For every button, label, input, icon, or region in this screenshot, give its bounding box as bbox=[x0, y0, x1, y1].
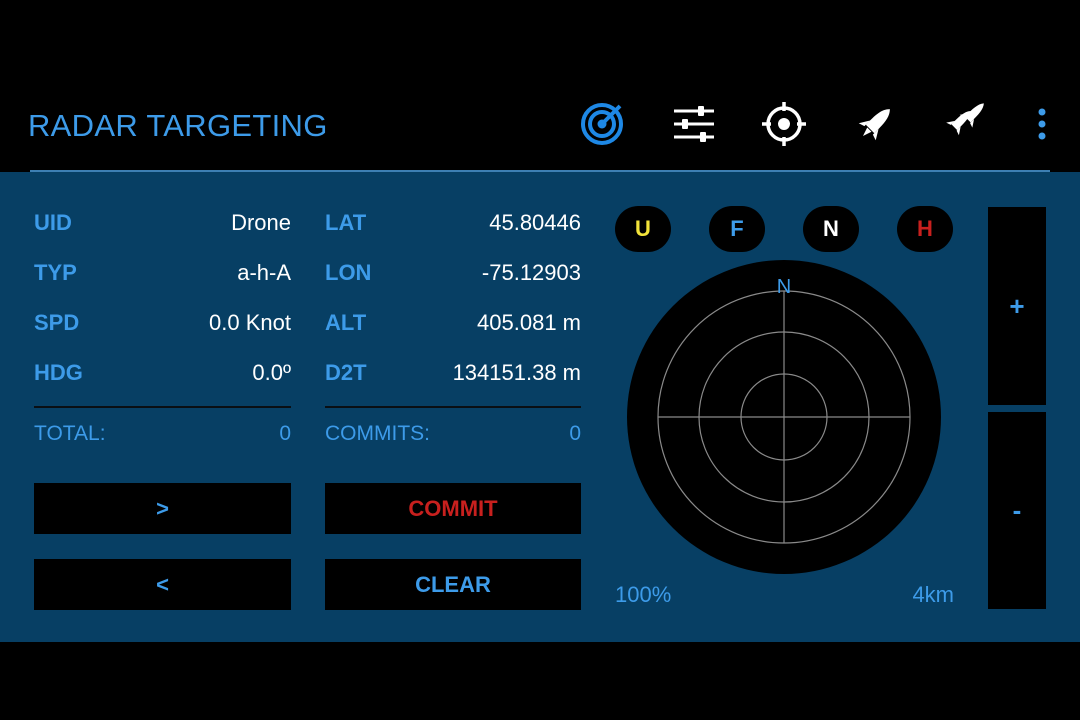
crosshair-icon[interactable] bbox=[760, 100, 808, 148]
zoom-out-button[interactable]: - bbox=[988, 412, 1046, 609]
page-title: RADAR TARGETING bbox=[28, 108, 328, 143]
more-vert-icon[interactable] bbox=[1024, 100, 1060, 148]
radar-icon[interactable] bbox=[578, 100, 626, 148]
commits-count: 0 bbox=[569, 422, 581, 445]
hdg-label: HDG bbox=[34, 360, 83, 385]
next-button[interactable]: > bbox=[34, 483, 291, 534]
filter-friendly-button[interactable]: F bbox=[709, 206, 765, 252]
typ-label: TYP bbox=[34, 260, 77, 285]
zoom-percent: 100% bbox=[615, 582, 672, 607]
lat-value: 45.80446 bbox=[489, 210, 581, 235]
total-label: TOTAL: bbox=[34, 422, 106, 445]
d2t-label: D2T bbox=[325, 360, 367, 385]
radar-scope[interactable]: N bbox=[626, 259, 942, 575]
spd-label: SPD bbox=[34, 310, 80, 335]
missiles-icon[interactable] bbox=[942, 100, 990, 148]
radar-north-label: N bbox=[777, 276, 791, 298]
middle-divider bbox=[325, 406, 581, 408]
zoom-in-button[interactable]: + bbox=[988, 207, 1046, 405]
range-label: 4km bbox=[912, 582, 954, 607]
filter-neutral-button[interactable]: N bbox=[803, 206, 859, 252]
lat-label: LAT bbox=[325, 210, 367, 235]
commits-label: COMMITS: bbox=[325, 422, 430, 445]
lon-label: LON bbox=[325, 260, 372, 285]
total-count: 0 bbox=[279, 422, 291, 445]
left-divider bbox=[34, 406, 291, 408]
typ-value: a-h-A bbox=[237, 260, 291, 285]
filter-hostile-button[interactable]: H bbox=[897, 206, 953, 252]
spd-value: 0.0 Knot bbox=[209, 310, 291, 335]
alt-label: ALT bbox=[325, 310, 367, 335]
prev-button[interactable]: < bbox=[34, 559, 291, 610]
filter-unknown-button[interactable]: U bbox=[615, 206, 671, 252]
rocket-icon[interactable] bbox=[851, 100, 899, 148]
uid-label: UID bbox=[34, 210, 72, 235]
sliders-icon[interactable] bbox=[670, 100, 718, 148]
alt-value: 405.081 m bbox=[477, 310, 581, 335]
uid-value: Drone bbox=[231, 210, 291, 235]
d2t-value: 134151.38 m bbox=[452, 360, 581, 385]
commit-button[interactable]: COMMIT bbox=[325, 483, 581, 534]
hdg-value: 0.0º bbox=[252, 360, 291, 385]
lon-value: -75.12903 bbox=[481, 260, 581, 285]
clear-button[interactable]: CLEAR bbox=[325, 559, 581, 610]
app-header bbox=[0, 0, 1080, 172]
